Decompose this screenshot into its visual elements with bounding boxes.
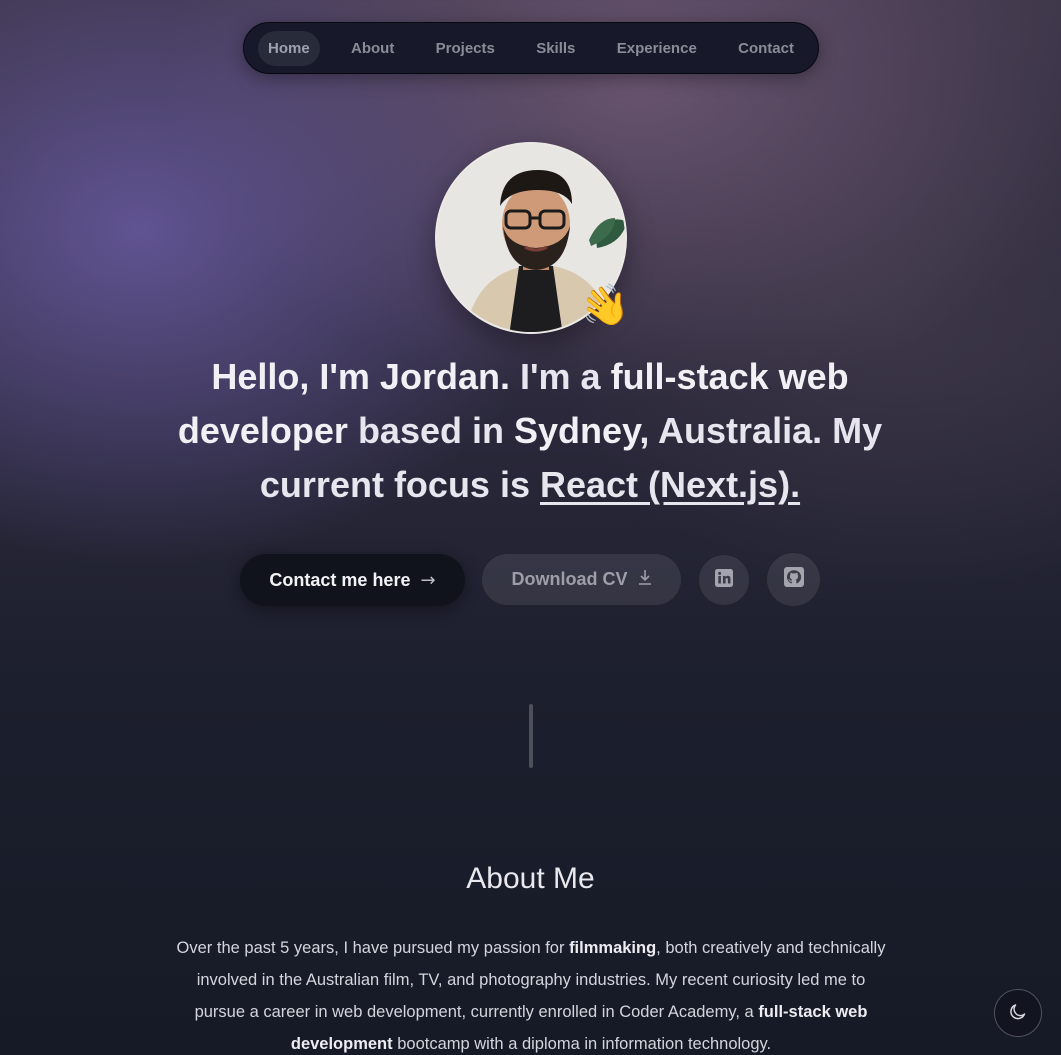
greeting: Hello, I'm Jordan. (211, 356, 510, 397)
about-text-3: bootcamp with a diploma in information t… (392, 1035, 772, 1053)
nav-item-projects[interactable]: Projects (426, 31, 505, 66)
github-button[interactable] (766, 552, 821, 607)
waving-hand-icon: 👋 (575, 279, 635, 335)
headline-city: Sydney (513, 410, 640, 451)
hero-headline: Hello, I'm Jordan. I'm a full-stack web … (150, 350, 910, 512)
nav-item-contact[interactable]: Contact (728, 31, 804, 66)
download-cv-button[interactable]: Download CV (481, 553, 682, 606)
headline-text-1: I'm a (509, 356, 611, 397)
about-text-1: Over the past 5 years, I have pursued my… (176, 939, 570, 957)
arrow-right-icon: → (420, 569, 436, 591)
github-icon (783, 567, 804, 592)
nav-item-home[interactable]: Home (258, 30, 320, 66)
nav-item-experience[interactable]: Experience (607, 31, 707, 66)
moon-icon (1008, 1001, 1028, 1026)
contact-button-label: Contact me here (269, 569, 411, 590)
theme-toggle-button[interactable] (994, 989, 1042, 1037)
about-filmmaking: filmmaking (569, 939, 657, 957)
linkedin-button[interactable] (698, 554, 750, 606)
nav-item-about[interactable]: About (341, 31, 404, 66)
top-navigation: Home About Projects Skills Experience Co… (243, 22, 819, 74)
download-cv-label: Download CV (511, 569, 628, 589)
about-title: About Me (466, 862, 595, 895)
download-icon (638, 569, 652, 590)
about-paragraph: Over the past 5 years, I have pursued my… (170, 932, 892, 1055)
section-divider (529, 704, 533, 768)
linkedin-icon (715, 568, 733, 592)
page: Home About Projects Skills Experience Co… (0, 0, 1061, 1055)
nav-item-skills[interactable]: Skills (526, 31, 585, 66)
contact-button[interactable]: Contact me here → (240, 554, 465, 606)
headline-focus-link[interactable]: React (Next.js). (540, 464, 800, 505)
headline-text-2: based in (347, 410, 514, 451)
